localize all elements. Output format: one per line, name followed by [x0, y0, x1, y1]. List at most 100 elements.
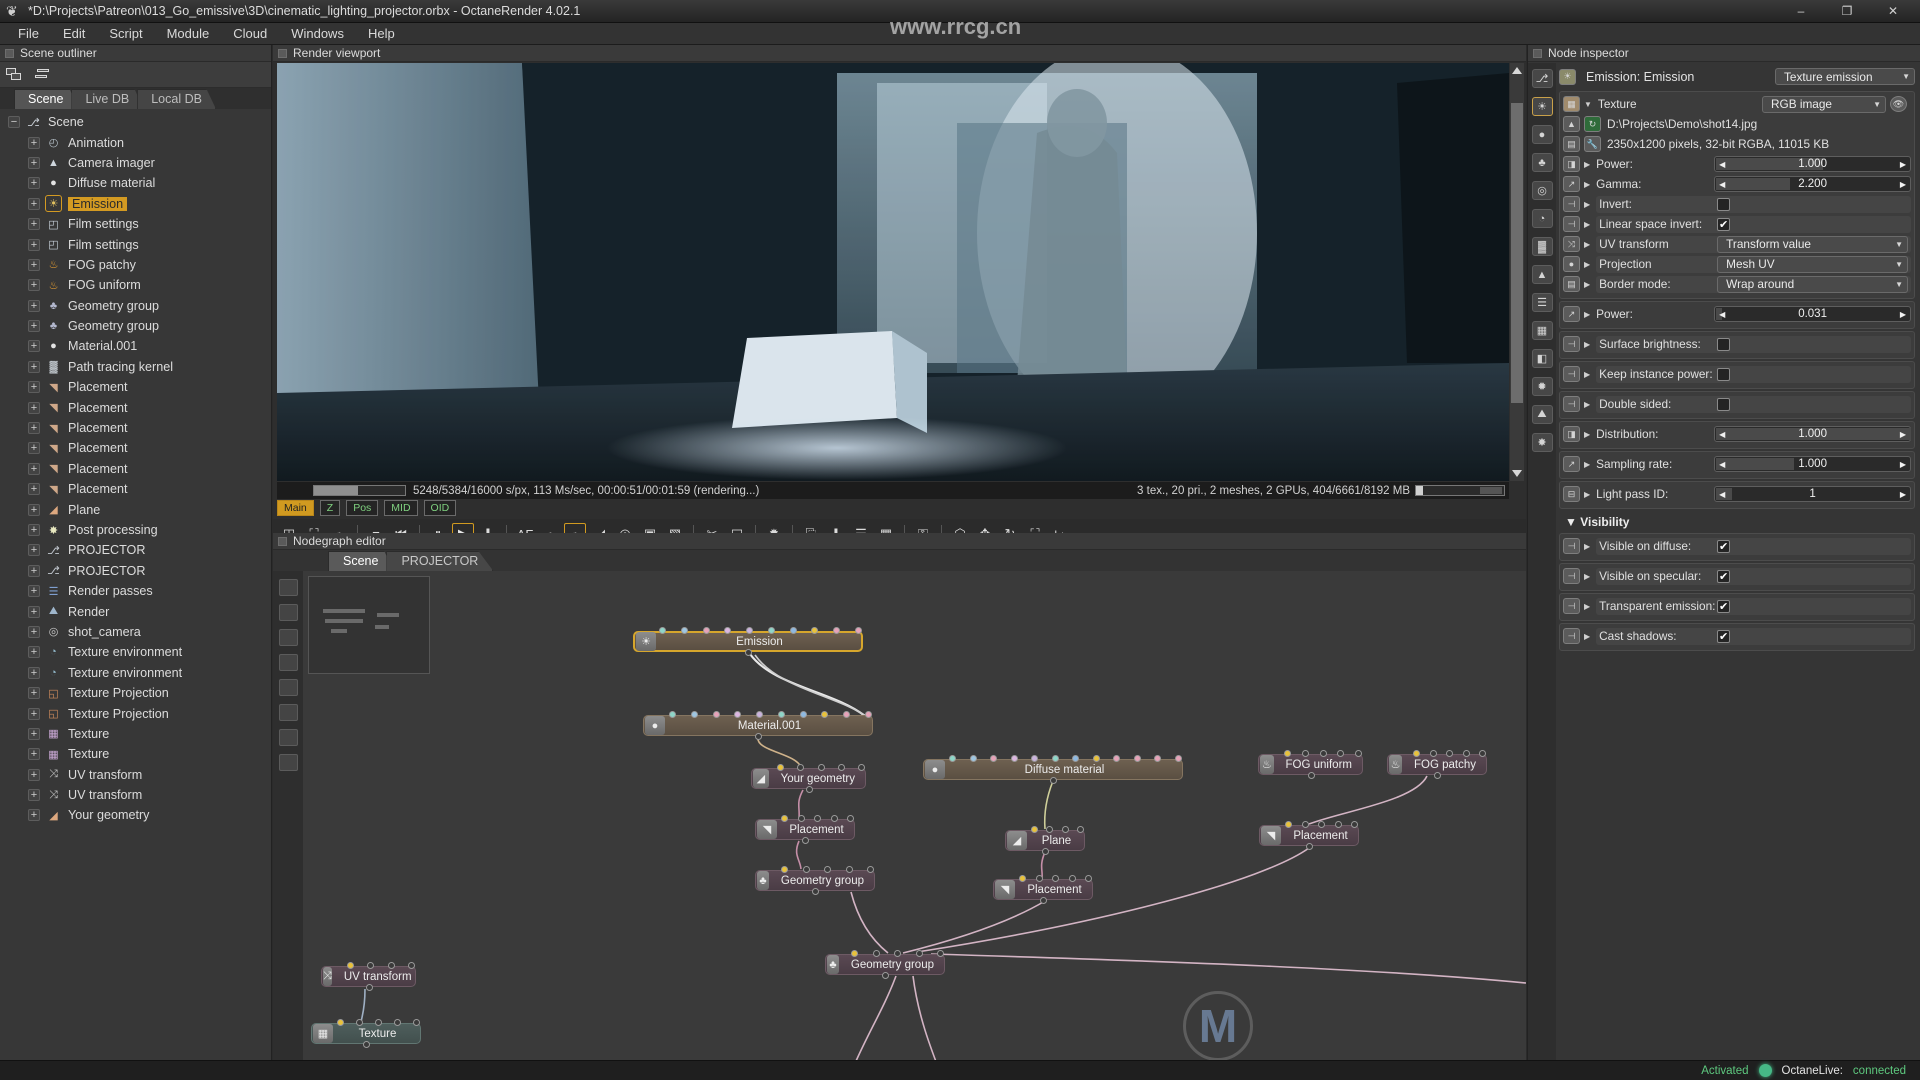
node-input-port[interactable]	[949, 755, 956, 762]
param-checkbox-double-sided[interactable]	[1717, 397, 1731, 411]
increment-arrow-icon[interactable]: ▶	[1896, 180, 1910, 189]
expand-toggle[interactable]: +	[28, 625, 40, 638]
expand-toggle[interactable]: +	[28, 381, 40, 394]
tree-item-plane[interactable]: + ◢ Plane	[0, 499, 271, 519]
nodegraph-tab-scene[interactable]: Scene	[328, 551, 394, 571]
node-input-port[interactable]	[858, 764, 865, 771]
node-output-port[interactable]	[1040, 897, 1047, 904]
node-input-port[interactable]	[789, 627, 797, 634]
expand-toggle[interactable]: +	[28, 360, 40, 373]
chevron-right-icon[interactable]: ▶	[1584, 430, 1590, 439]
expand-toggle[interactable]: +	[28, 462, 40, 475]
increment-arrow-icon[interactable]: ▶	[1896, 490, 1910, 499]
node-input-port[interactable]	[1284, 750, 1291, 757]
param-checkbox-transparent-emission[interactable]: ✔	[1717, 599, 1731, 613]
expand-toggle[interactable]: +	[28, 524, 40, 536]
menu-item-file[interactable]: File	[6, 23, 51, 44]
node-input-port[interactable]	[781, 815, 788, 822]
environment-icon[interactable]: ◔	[1531, 209, 1553, 228]
star-icon[interactable]: ✸	[1531, 433, 1553, 452]
expand-toggle[interactable]: +	[28, 197, 40, 210]
tree-item-fog-patchy[interactable]: + ♨ FOG patchy	[0, 255, 271, 275]
node-input-port[interactable]	[1334, 821, 1342, 828]
node-input-port[interactable]	[1446, 750, 1453, 757]
node-output-port[interactable]	[802, 837, 809, 844]
image-icon[interactable]: ⛰	[1531, 405, 1553, 424]
chevron-right-icon[interactable]: ▶	[1584, 240, 1590, 249]
param-dropdown-uv-transform[interactable]: Transform value ▼	[1717, 235, 1908, 253]
expand-toggle[interactable]: +	[28, 320, 40, 333]
texture-type-dropdown[interactable]: RGB image ▼	[1762, 95, 1886, 113]
expand-toggle[interactable]: +	[28, 136, 40, 149]
node-output-port[interactable]	[805, 786, 813, 793]
expand-toggle[interactable]: +	[28, 503, 40, 516]
node-input-port[interactable]	[702, 627, 710, 634]
chevron-right-icon[interactable]: ▶	[1584, 260, 1590, 269]
scroll-down-arrow-icon[interactable]	[1512, 470, 1522, 477]
postprocess-icon[interactable]: ✹	[1531, 377, 1553, 396]
render-pass-buttons[interactable]: Main Z Pos MID OID	[277, 500, 457, 516]
chevron-right-icon[interactable]: ▶	[1584, 220, 1590, 229]
tree-item-emission[interactable]: + ☀ Emission	[0, 194, 271, 214]
expand-toggle[interactable]: +	[28, 238, 40, 251]
node-input-port[interactable]	[1019, 875, 1026, 882]
node-input-port[interactable]	[837, 764, 845, 771]
expand-toggle[interactable]: +	[28, 422, 40, 435]
expand-toggle[interactable]: +	[28, 748, 40, 761]
tree-item-texture-environment[interactable]: + ◔ Texture environment	[0, 663, 271, 683]
param-slider-sampling-rate[interactable]: ◀ 1.000 ▶	[1714, 456, 1911, 472]
expand-toggle[interactable]: +	[28, 218, 40, 231]
film-strip-icon[interactable]: ▤	[1563, 136, 1580, 152]
tree-item-film-settings[interactable]: + ◰ Film settings	[0, 214, 271, 234]
tree-item-projector[interactable]: + ⎇ PROJECTOR	[0, 540, 271, 560]
expand-toggle[interactable]: +	[28, 789, 40, 802]
material-icon[interactable]: ●	[1531, 125, 1553, 144]
wrench-icon[interactable]: 🔧	[1584, 136, 1601, 152]
node-unfold-icon[interactable]	[278, 654, 298, 671]
param-checkbox-visible-on-diffuse[interactable]: ✔	[1717, 539, 1731, 553]
chevron-right-icon[interactable]: ▶	[1584, 180, 1590, 189]
decrement-arrow-icon[interactable]: ◀	[1715, 490, 1729, 499]
node-input-port[interactable]	[781, 866, 788, 873]
chevron-right-icon[interactable]: ▶	[1584, 400, 1590, 409]
decrement-arrow-icon[interactable]: ◀	[1715, 430, 1729, 439]
expand-toggle[interactable]: +	[28, 687, 40, 700]
node-input-port[interactable]	[337, 1019, 344, 1026]
collapse-all-icon[interactable]	[35, 66, 54, 83]
visibility-group-title[interactable]: ▼ Visibility	[1559, 511, 1915, 533]
node-select-icon[interactable]	[278, 579, 298, 596]
node-input-port[interactable]	[814, 815, 821, 822]
pass-button-mid[interactable]: MID	[384, 500, 418, 516]
node-input-port[interactable]	[851, 950, 858, 957]
node-input-port[interactable]	[1085, 875, 1092, 882]
pass-button-main[interactable]: Main	[277, 500, 314, 516]
tree-item-fog-uniform[interactable]: + ♨ FOG uniform	[0, 275, 271, 295]
camera-icon[interactable]: ◎	[1531, 181, 1553, 200]
node-input-port[interactable]	[1077, 826, 1084, 833]
close-button[interactable]: ✕	[1870, 0, 1916, 22]
node-input-port[interactable]	[797, 815, 805, 822]
chevron-right-icon[interactable]: ▶	[1584, 490, 1590, 499]
node-input-port[interactable]	[855, 627, 862, 634]
node-input-port[interactable]	[1010, 755, 1018, 762]
param-checkbox-linear-space-invert[interactable]: ✔	[1717, 217, 1731, 231]
tree-item-uv-transform[interactable]: + ⤨ UV transform	[0, 785, 271, 805]
decrement-arrow-icon[interactable]: ◀	[1715, 310, 1729, 319]
node-output-port[interactable]	[1306, 843, 1313, 850]
pass-button-z[interactable]: Z	[319, 500, 341, 516]
node-output-port[interactable]	[1042, 848, 1049, 855]
node-input-port[interactable]	[1355, 750, 1362, 757]
node-input-port[interactable]	[347, 962, 354, 969]
render-image[interactable]	[277, 63, 1509, 481]
expand-toggle[interactable]: +	[28, 442, 40, 455]
node-input-port[interactable]	[937, 950, 944, 957]
node-input-port[interactable]	[1318, 821, 1325, 828]
node-output-port[interactable]	[1307, 772, 1315, 779]
decrement-arrow-icon[interactable]: ◀	[1715, 160, 1729, 169]
node-input-port[interactable]	[1061, 826, 1069, 833]
param-checkbox-visible-on-specular[interactable]: ✔	[1717, 569, 1731, 583]
chevron-right-icon[interactable]: ▶	[1584, 632, 1590, 641]
node-input-port[interactable]	[767, 627, 775, 634]
node-input-port[interactable]	[1429, 750, 1437, 757]
decrement-arrow-icon[interactable]: ◀	[1715, 180, 1729, 189]
